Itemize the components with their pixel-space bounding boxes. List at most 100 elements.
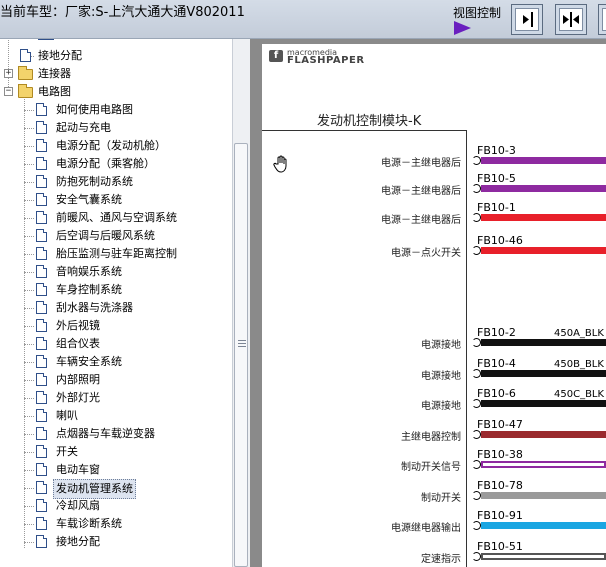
connector-label: FB10-38 [477,448,523,461]
tree-item[interactable]: 音响娱乐系统 [56,263,122,281]
tree-item[interactable]: 车辆安全系统 [56,353,122,371]
tree-item[interactable]: 冷却风扇 [56,497,100,515]
tree-line [24,308,34,309]
tree-item-connectors[interactable]: 连接器 [38,65,71,83]
tree-line [24,128,34,129]
tree-item[interactable]: 胎压监测与驻车距离控制 [56,245,177,263]
tree-line [24,146,34,147]
tree-line [24,254,34,255]
tree-line [24,542,34,543]
fit-width-button[interactable] [511,4,543,35]
expand-icon[interactable]: + [4,69,13,78]
doc-icon [36,373,47,386]
tree-item[interactable]: 后空调与后暖风系统 [56,227,155,245]
fit-width-icon [515,8,539,31]
tree-item[interactable]: 防抱死制动系统 [56,173,133,191]
next-button[interactable] [598,4,606,35]
doc-icon [36,337,47,350]
connector-label: FB10-51 [477,540,523,553]
doc-icon [36,319,47,332]
doc-icon [36,229,47,242]
tree-line [24,380,34,381]
wire-line [481,185,606,192]
wire-line [481,247,606,254]
pin-terminal-icon [472,491,481,500]
doc-icon [36,301,47,314]
pin-terminal-icon [472,521,481,530]
tree-line [24,164,34,165]
doc-icon [36,517,47,530]
tree-item[interactable]: 外后视镜 [56,317,100,335]
doc-icon [36,499,47,512]
wire-line [481,370,606,377]
connector-label: FB10-2 [477,326,516,339]
tree-item[interactable]: 如何使用电路图 [56,101,133,119]
tree-item[interactable]: 接地分配 [56,533,100,551]
tree-item[interactable]: 喇叭 [56,407,78,425]
fit-page-button[interactable] [555,4,587,35]
pin-function-label: 电源接地 [421,371,461,382]
doc-icon [36,211,47,224]
pin-terminal-icon [472,399,481,408]
pin-function-label: 定速指示 [421,554,461,565]
tree-line [24,434,34,435]
doc-icon [36,409,47,422]
tree-scrollbar[interactable] [232,39,250,567]
grip-icon [238,343,246,344]
view-control-label: 视图控制 [453,6,502,20]
grip-icon [238,346,246,347]
tree-item[interactable]: 车载诊断系统 [56,515,122,533]
tree-item[interactable]: 车身控制系统 [56,281,122,299]
tree-line [24,452,34,453]
tree-line [8,39,9,89]
fit-page-icon [559,8,583,31]
tree-item[interactable]: 电源分配（发动机舱） [56,137,166,155]
tree-item[interactable]: 外部灯光 [56,389,100,407]
collapse-icon[interactable]: − [4,87,13,96]
tree-item[interactable]: 安全气囊系统 [56,191,122,209]
doc-icon [36,535,47,548]
tree-panel: 接地分配 + 连接器 − 电路图 如何使用电路图 起动与充电 电源分配（发动机舱）电… [0,39,233,567]
connector-label: FB10-46 [477,234,523,247]
doc-icon [36,427,47,440]
tree-line [24,506,34,507]
doc-icon [36,481,47,494]
wire-line [481,522,606,529]
tree-item[interactable]: 电动车窗 [56,461,100,479]
title-bar: 当前车型：厂家:S-上汽大通大通V802011 视图控制 [0,0,606,39]
tree-item[interactable]: 开关 [56,443,78,461]
tree-line [24,182,34,183]
doc-icon [36,463,47,476]
doc-icon [36,265,47,278]
pin-terminal-icon [472,369,481,378]
module-title: 发动机控制模块-K [317,114,422,129]
grip-icon [238,340,246,341]
wire-line [481,157,606,164]
pin-terminal-icon [472,460,481,469]
tree-line [24,272,34,273]
tree-item[interactable]: 点烟器与车载逆变器 [56,425,155,443]
tree-item[interactable]: 刮水器与洗涤器 [56,299,133,317]
pin-terminal-icon [472,430,481,439]
play-icon[interactable] [454,21,471,35]
tree-item-ground[interactable]: 接地分配 [38,47,82,65]
pin-function-label: 电源接地 [421,340,461,351]
doc-icon [38,39,54,40]
tree-line [24,362,34,363]
tree-line [24,488,34,489]
tree-item[interactable]: 组合仪表 [56,335,100,353]
pin-terminal-icon [472,213,481,222]
tree-line [24,398,34,399]
doc-icon [36,193,47,206]
wire-line [481,431,606,438]
tree-item[interactable]: 电源分配（乘客舱） [56,155,155,173]
tree-item[interactable]: 起动与充电 [56,119,111,137]
tree-item[interactable]: 内部照明 [56,371,100,389]
scroll-thumb[interactable] [234,143,248,567]
tree-line [24,290,34,291]
tree-item[interactable]: 前暖风、通风与空调系统 [56,209,177,227]
tree-item[interactable]: 发动机管理系统 [53,479,136,499]
pin-function-label: 电源－点火开关 [391,248,461,259]
tree-item-circuit-diagrams[interactable]: 电路图 [38,83,71,101]
doc-icon [36,103,47,116]
